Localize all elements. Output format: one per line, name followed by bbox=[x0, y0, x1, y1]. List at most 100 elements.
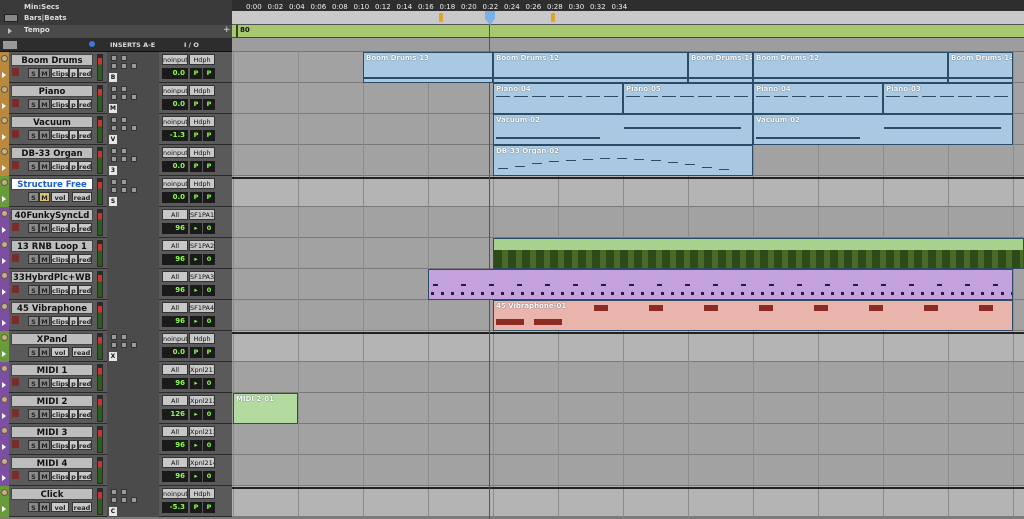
automation-mode-button[interactable]: red bbox=[78, 440, 92, 450]
insert-slot[interactable] bbox=[121, 55, 127, 61]
volume-readout[interactable]: 0.0 bbox=[162, 161, 188, 172]
volume-readout[interactable]: -1.3 bbox=[162, 130, 188, 141]
track-view-selector[interactable]: vol bbox=[51, 502, 69, 512]
playlist-button[interactable]: p bbox=[69, 409, 78, 419]
track-view-menu-icon[interactable] bbox=[3, 41, 17, 49]
track-view-selector[interactable]: clips bbox=[51, 409, 69, 419]
track-view-selector[interactable]: clips bbox=[51, 471, 69, 481]
track-view-selector[interactable]: clips bbox=[51, 378, 69, 388]
insert-slot[interactable] bbox=[111, 497, 117, 503]
track-lane[interactable] bbox=[232, 362, 1024, 393]
automation-mode-button[interactable]: read bbox=[72, 192, 92, 202]
volume-readout[interactable]: 0.0 bbox=[162, 68, 188, 79]
solo-button[interactable]: S bbox=[28, 316, 39, 326]
automation-mode-button[interactable]: red bbox=[78, 409, 92, 419]
track-name[interactable]: Vacuum bbox=[11, 116, 93, 128]
mute-button[interactable]: M bbox=[39, 161, 50, 171]
solo-button[interactable]: S bbox=[28, 192, 39, 202]
mute-button[interactable]: M bbox=[39, 471, 50, 481]
input-selector[interactable]: All bbox=[162, 395, 188, 406]
insert-slot[interactable] bbox=[111, 86, 117, 92]
volume-readout[interactable]: 0.0 bbox=[162, 347, 188, 358]
record-enable-button[interactable] bbox=[12, 130, 19, 138]
volume-readout[interactable]: 96 bbox=[162, 285, 188, 296]
output-selector[interactable]: Xpnl211 bbox=[189, 364, 215, 375]
record-enable-button[interactable] bbox=[12, 347, 19, 355]
pan-left-readout[interactable]: P bbox=[190, 192, 202, 203]
volume-readout[interactable]: 96 bbox=[162, 223, 188, 234]
mute-button[interactable]: M bbox=[39, 130, 50, 140]
pan-left-readout[interactable]: ▸ bbox=[190, 471, 202, 482]
track-name[interactable]: MIDI 4 bbox=[11, 457, 93, 469]
insert-slot[interactable] bbox=[131, 94, 137, 100]
mute-button[interactable]: M bbox=[39, 192, 50, 202]
output-selector[interactable]: Hdph bbox=[189, 116, 215, 127]
track-view-selector[interactable]: clips bbox=[51, 440, 69, 450]
solo-button[interactable]: S bbox=[28, 68, 39, 78]
input-selector[interactable]: All bbox=[162, 240, 188, 251]
pan-right-readout[interactable]: P bbox=[203, 347, 215, 358]
solo-button[interactable]: S bbox=[28, 378, 39, 388]
pan-left-readout[interactable]: P bbox=[190, 161, 202, 172]
mute-button[interactable]: M bbox=[39, 378, 50, 388]
output-selector[interactable]: Hdph bbox=[189, 178, 215, 189]
clip[interactable]: 33 Hybrid Plucked + Woody Bass-01 bbox=[428, 269, 1013, 300]
insert-slot[interactable] bbox=[121, 489, 127, 495]
pan-right-readout[interactable]: 0 bbox=[203, 254, 215, 265]
solo-button[interactable]: S bbox=[28, 130, 39, 140]
input-selector[interactable]: noinput bbox=[162, 85, 188, 96]
insert-slot[interactable] bbox=[121, 148, 127, 154]
record-enable-button[interactable] bbox=[12, 440, 19, 448]
inserts-slots[interactable]: M bbox=[107, 83, 159, 114]
add-tempo-icon[interactable]: + bbox=[223, 25, 231, 35]
insert-slot[interactable] bbox=[111, 179, 117, 185]
inserts-slots[interactable] bbox=[107, 393, 159, 424]
record-enable-button[interactable] bbox=[12, 502, 19, 510]
mute-button[interactable]: M bbox=[39, 440, 50, 450]
output-selector[interactable]: Hdph bbox=[189, 85, 215, 96]
expand-track-icon[interactable] bbox=[2, 413, 6, 419]
loop-start-marker[interactable] bbox=[439, 13, 443, 22]
insert-slot[interactable] bbox=[121, 86, 127, 92]
expand-track-icon[interactable] bbox=[2, 165, 6, 171]
insert-slot[interactable] bbox=[131, 125, 137, 131]
expand-track-icon[interactable] bbox=[2, 103, 6, 109]
insert-plugin-label[interactable]: X bbox=[109, 352, 117, 361]
track-view-selector[interactable]: clips bbox=[51, 130, 69, 140]
insert-slot[interactable] bbox=[121, 94, 127, 100]
expand-track-icon[interactable] bbox=[2, 134, 6, 140]
output-selector[interactable]: Hdph bbox=[189, 54, 215, 65]
track-name[interactable]: Structure Free bbox=[11, 178, 93, 190]
clip[interactable]: Boom Drums-14 bbox=[948, 52, 1013, 83]
automation-mode-button[interactable]: red bbox=[78, 254, 92, 264]
expand-track-icon[interactable] bbox=[2, 506, 6, 512]
insert-slot[interactable] bbox=[131, 63, 137, 69]
output-selector[interactable]: Hdph bbox=[189, 488, 215, 499]
clip[interactable]: 13 RNB Loop 1-01 bbox=[493, 238, 1024, 269]
loop-end-marker[interactable] bbox=[551, 13, 555, 22]
track-name[interactable]: 13 RNB Loop 1 bbox=[11, 240, 93, 252]
solo-button[interactable]: S bbox=[28, 440, 39, 450]
inserts-slots[interactable] bbox=[107, 207, 159, 238]
solo-button[interactable]: S bbox=[28, 99, 39, 109]
automation-mode-button[interactable]: red bbox=[78, 68, 92, 78]
inserts-slots[interactable] bbox=[107, 238, 159, 269]
expand-track-icon[interactable] bbox=[2, 475, 6, 481]
pan-right-readout[interactable]: 0 bbox=[203, 471, 215, 482]
record-enable-button[interactable] bbox=[12, 161, 19, 169]
inserts-slots[interactable] bbox=[107, 269, 159, 300]
track-name[interactable]: 33HybrdPlc+WB bbox=[11, 271, 93, 283]
mute-button[interactable]: M bbox=[39, 254, 50, 264]
output-selector[interactable]: Hdph bbox=[189, 147, 215, 158]
solo-button[interactable]: S bbox=[28, 471, 39, 481]
output-selector[interactable]: Xpnl212 bbox=[189, 395, 215, 406]
insert-slot[interactable] bbox=[131, 187, 137, 193]
mute-button[interactable]: M bbox=[39, 285, 50, 295]
clip[interactable]: Piano-03 bbox=[883, 83, 1013, 114]
input-selector[interactable]: All bbox=[162, 457, 188, 468]
pan-right-readout[interactable]: P bbox=[203, 68, 215, 79]
playlist-button[interactable]: p bbox=[69, 161, 78, 171]
insert-slot[interactable] bbox=[131, 342, 137, 348]
input-selector[interactable]: All bbox=[162, 364, 188, 375]
track-name[interactable]: 45 Vibraphone bbox=[11, 302, 93, 314]
